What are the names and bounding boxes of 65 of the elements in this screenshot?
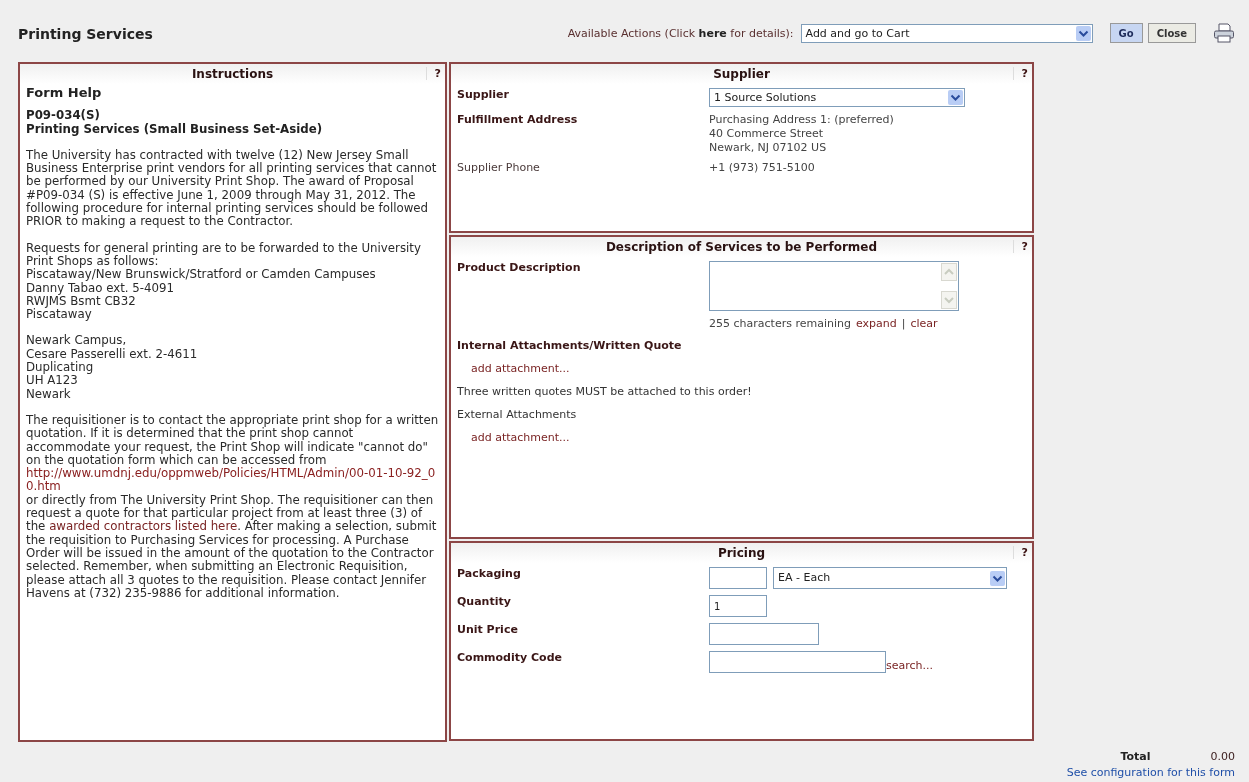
instruction-paragraph: The requisitioner is to contact the appropriate print shop for a written quotation. If it is determined that the print shop cannot accommodate your request, the Print Shop will indicate "cannot do" on the quotation form which can be accessed from http://www.umdnj.edu/oppmweb/Policies/HTML/Admin/00-01-10-92_00.htm or directly from The University Print Shop. The requisitioner can then request a quote for that particular project from at least three (3) of the awarded contractors listed here. After making a selection, submit the requisition to Purchasing Services for processing. A Purchase Order will be issued in the amount of the quotation to the Contractor selected. Remember, when submitting an Electronic Requisition, please attach all 3 quotes to the requisition. Please contact Jennifer Havens at (732) 235-9886 for additional information. <box>26 413 439 601</box>
unit-dropdown[interactable]: EA - Each <box>773 567 1007 589</box>
instruction-line: Piscataway/New Brunswick/Stratford or Camden Campuses <box>26 268 377 282</box>
go-button[interactable]: Go <box>1109 23 1143 43</box>
description-textarea[interactable] <box>709 261 959 311</box>
actions-label: Available Actions (Click here for details): <box>567 26 794 40</box>
clear-link[interactable]: clear <box>910 317 938 331</box>
instruction-paragraph: The University has contracted with twelve (12) New Jersey Small Business Enterprise print vendors for all printing services that cannot be performed by our University Print Shop. The award of Proposal #P09-034 (S) is effective June 1, 2009 through May 31, 2012. The following procedure for internal printing services should be followed PRIOR to making a request to the Contractor. <box>26 148 438 229</box>
search-link[interactable]: search... <box>886 659 934 673</box>
address-line: 40 Commerce Street <box>709 127 825 141</box>
actions-dropdown[interactable]: Add and go to Cart <box>800 23 1093 43</box>
address-line: Purchasing Address 1: (preferred) <box>709 113 894 127</box>
attachment-notice: Three written quotes MUST be attached to this order! <box>456 384 753 398</box>
page-title: Printing Services <box>18 25 153 42</box>
quantity-field[interactable]: 1 <box>709 595 767 617</box>
field-label: Internal Attachments/Written Quote <box>456 338 683 352</box>
contract-code: P09-034(S) <box>26 109 101 123</box>
field-label: External Attachments <box>456 407 578 421</box>
instruction-line: Newark <box>26 387 72 401</box>
policy-link[interactable]: http://www.umdnj.edu/oppmweb/Policies/HTML/Admin/00-01-10-92_00.htm <box>26 467 439 494</box>
unit-price-field[interactable] <box>709 623 819 645</box>
expand-link[interactable]: expand <box>855 317 897 331</box>
panel-title: Pricing <box>717 546 766 560</box>
add-attachment-link[interactable]: add attachment... <box>471 431 570 444</box>
field-label: Supplier <box>457 88 510 103</box>
total-label: Total <box>1120 750 1151 763</box>
panel-title: Instructions <box>191 67 274 81</box>
field-label: Packaging <box>457 567 522 582</box>
address-line: Newark, NJ 07102 US <box>709 141 828 155</box>
scroll-up-icon[interactable] <box>941 263 957 281</box>
help-heading: Form Help <box>26 86 103 100</box>
instruction-line: RWJMS Bsmt CB32 <box>26 294 137 309</box>
field-label: Product Description <box>457 261 582 276</box>
link-separator: | <box>901 317 906 331</box>
characters-remaining: 255 characters remaining <box>709 317 851 331</box>
supplier-dropdown[interactable]: 1 Source Solutions <box>709 88 965 107</box>
field-label: Commodity Code <box>457 651 563 666</box>
total-value: 0.00 <box>1210 750 1235 763</box>
panel-title: Description of Services to be Performed <box>605 240 878 254</box>
field-label: Unit Price <box>457 623 519 638</box>
instruction-line: Piscataway <box>26 308 93 322</box>
help-link[interactable]: ? <box>1012 67 1028 80</box>
panel-title: Supplier <box>713 67 770 81</box>
phone-value: +1 (973) 751-5100 <box>709 161 815 175</box>
details-link[interactable]: here <box>698 26 727 40</box>
configuration-link[interactable]: See configuration for this form <box>1066 766 1235 779</box>
instruction-line: Newark Campus, <box>26 334 128 348</box>
scroll-down-icon[interactable] <box>941 291 957 309</box>
help-link[interactable]: ? <box>1012 240 1028 253</box>
contract-title: Printing Services (Small Business Set-Aside) <box>26 122 324 136</box>
instruction-line: Cesare Passerelli ext. 2-4611 <box>26 347 199 361</box>
instruction-line: Duplicating <box>26 361 95 375</box>
field-label: Quantity <box>457 595 512 610</box>
commodity-code-field[interactable] <box>709 651 886 673</box>
help-link[interactable]: ? <box>1012 546 1028 559</box>
printer-icon[interactable] <box>1213 23 1235 43</box>
field-label: Fulfillment Address <box>457 113 579 128</box>
instruction-line: Requests for general printing are to be forwarded to the University Print Shops as follows: <box>26 241 422 268</box>
instruction-line: UH A123 <box>26 374 78 388</box>
instruction-line: Danny Tabao ext. 5-4091 <box>26 281 176 295</box>
add-attachment-link[interactable]: add attachment... <box>471 362 570 375</box>
help-link[interactable]: ? <box>425 67 441 80</box>
field-label: Supplier Phone <box>457 161 541 175</box>
packaging-field[interactable] <box>709 567 767 589</box>
close-button[interactable]: Close <box>1147 23 1196 43</box>
